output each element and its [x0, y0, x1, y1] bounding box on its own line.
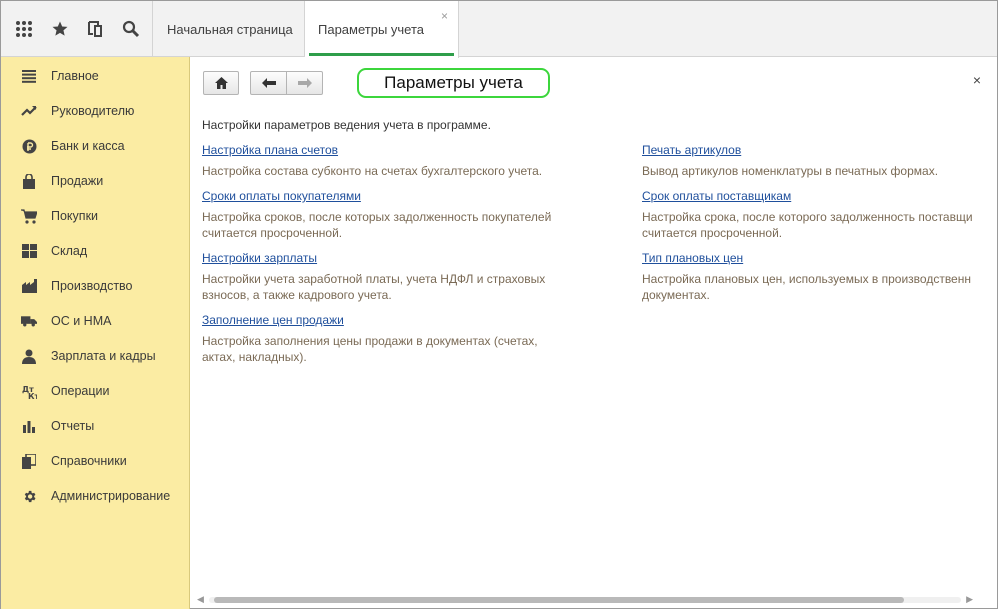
setting-link[interactable]: Срок оплаты поставщикам — [642, 188, 791, 204]
tab-home-page-label: Начальная страница — [167, 21, 293, 37]
setting-link[interactable]: Печать артикулов — [642, 142, 741, 158]
menu-lines-icon — [21, 68, 37, 84]
home-button[interactable] — [203, 71, 239, 95]
setting-description: Настройка состава субконто на счетах бух… — [202, 164, 543, 178]
sidebar-item-fixed-assets[interactable]: ОС и НМА — [1, 306, 189, 336]
setting-link[interactable]: Тип плановых цен — [642, 250, 743, 266]
home-icon — [214, 77, 228, 89]
setting-description: Настройка плановых цен, используемых в п… — [642, 272, 971, 302]
books-icon — [21, 453, 37, 469]
setting-link[interactable]: Заполнение цен продажи — [202, 312, 344, 328]
sidebar-item-warehouse[interactable]: Склад — [1, 236, 189, 266]
scroll-right-icon[interactable]: ▶ — [966, 594, 973, 605]
main-content: Параметры учета × Настройки параметров в… — [191, 58, 997, 608]
tab-accounting-params-label: Параметры учета — [318, 22, 425, 37]
person-icon — [21, 348, 37, 364]
setting-description: Настройки учета заработной платы, учета … — [202, 272, 546, 302]
back-button[interactable] — [250, 71, 287, 95]
history-icon[interactable] — [81, 14, 111, 44]
page-title: Параметры учета — [357, 68, 550, 98]
sidebar-item-bank[interactable]: Банк и касса — [1, 131, 189, 161]
sidebar-item-label: Главное — [51, 69, 99, 83]
sidebar-item-operations[interactable]: Дт Кт Операции — [1, 376, 189, 406]
sidebar-item-label: ОС и НМА — [51, 314, 112, 328]
setting-sales-prices: Заполнение цен продажи Настройка заполне… — [202, 312, 582, 365]
active-tab-indicator — [309, 53, 454, 56]
app-window: Начальная страница Параметры учета × Гла… — [0, 0, 998, 609]
tab-home-page[interactable]: Начальная страница — [153, 1, 305, 57]
tab-close-icon[interactable]: × — [441, 9, 448, 23]
factory-icon — [21, 278, 37, 294]
intro-text: Настройки параметров ведения учета в про… — [202, 118, 491, 132]
sidebar-item-label: Производство — [51, 279, 133, 293]
sidebar-item-label: Отчеты — [51, 419, 95, 433]
bar-chart-icon — [21, 418, 37, 434]
sidebar-item-administration[interactable]: Администрирование — [1, 481, 189, 511]
sidebar-item-reports[interactable]: Отчеты — [1, 411, 189, 441]
search-icon[interactable] — [116, 14, 146, 44]
close-icon[interactable]: × — [973, 72, 981, 88]
setting-salary: Настройки зарплаты Настройки учета зараб… — [202, 250, 582, 303]
setting-supplier-payment-term: Срок оплаты поставщикам Настройка срока,… — [642, 188, 997, 241]
sidebar-item-manager[interactable]: Руководителю — [1, 96, 189, 126]
top-bar: Начальная страница Параметры учета × — [1, 1, 997, 58]
arrow-left-icon — [261, 78, 276, 88]
setting-link[interactable]: Настройка плана счетов — [202, 142, 338, 158]
scroll-left-icon[interactable]: ◀ — [197, 594, 204, 605]
sidebar-item-label: Склад — [51, 244, 88, 258]
svg-text:Кт: Кт — [28, 392, 37, 399]
setting-link[interactable]: Сроки оплаты покупателями — [202, 188, 361, 204]
setting-chart-of-accounts: Настройка плана счетов Настройка состава… — [202, 142, 582, 179]
sidebar-item-label: Руководителю — [51, 104, 135, 118]
setting-customer-payment-terms: Сроки оплаты покупателями Настройка срок… — [202, 188, 582, 241]
horizontal-scrollbar[interactable]: ◀ ▶ — [197, 594, 973, 605]
apps-grid-icon[interactable] — [9, 14, 39, 44]
sidebar-item-label: Покупки — [51, 209, 99, 223]
star-icon[interactable] — [45, 14, 75, 44]
sidebar: Главное Руководителю Банк и касса Продаж… — [1, 57, 190, 609]
sidebar-item-purchases[interactable]: Покупки — [1, 201, 189, 231]
sidebar-item-label: Банк и касса — [51, 139, 125, 153]
operations-icon: Дт Кт — [21, 383, 37, 399]
shopping-cart-icon — [21, 208, 37, 224]
setting-description: Вывод артикулов номенклатуры в печатных … — [642, 164, 939, 178]
tab-accounting-params[interactable]: Параметры учета × — [305, 1, 459, 58]
setting-description: Настройка сроков, после которых задолжен… — [202, 210, 552, 240]
sidebar-item-label: Продажи — [51, 174, 104, 188]
setting-description: Настройка заполнения цены продажи в доку… — [202, 334, 538, 364]
sidebar-item-production[interactable]: Производство — [1, 271, 189, 301]
sidebar-item-sales[interactable]: Продажи — [1, 166, 189, 196]
setting-link[interactable]: Настройки зарплаты — [202, 250, 317, 266]
sidebar-item-directories[interactable]: Справочники — [1, 446, 189, 476]
sidebar-item-label: Справочники — [51, 454, 127, 468]
scrollbar-thumb[interactable] — [214, 597, 904, 603]
ruble-coin-icon — [21, 138, 37, 154]
gear-icon — [21, 488, 37, 504]
shopping-bag-icon — [21, 173, 37, 189]
warehouse-icon — [21, 243, 37, 259]
forward-button[interactable] — [286, 71, 323, 95]
truck-icon — [21, 313, 37, 329]
setting-print-articles: Печать артикулов Вывод артикулов номенкл… — [642, 142, 997, 179]
sidebar-item-label: Операции — [51, 384, 110, 398]
setting-planned-price-type: Тип плановых цен Настройка плановых цен,… — [642, 250, 997, 303]
sidebar-item-label: Зарплата и кадры — [51, 349, 156, 363]
trend-icon — [21, 103, 37, 119]
setting-description: Настройка срока, после которого задолжен… — [642, 210, 973, 240]
arrow-right-icon — [297, 78, 312, 88]
top-icon-group — [1, 1, 153, 57]
sidebar-item-main[interactable]: Главное — [1, 61, 189, 91]
sidebar-item-salary[interactable]: Зарплата и кадры — [1, 341, 189, 371]
sidebar-item-label: Администрирование — [51, 489, 171, 503]
